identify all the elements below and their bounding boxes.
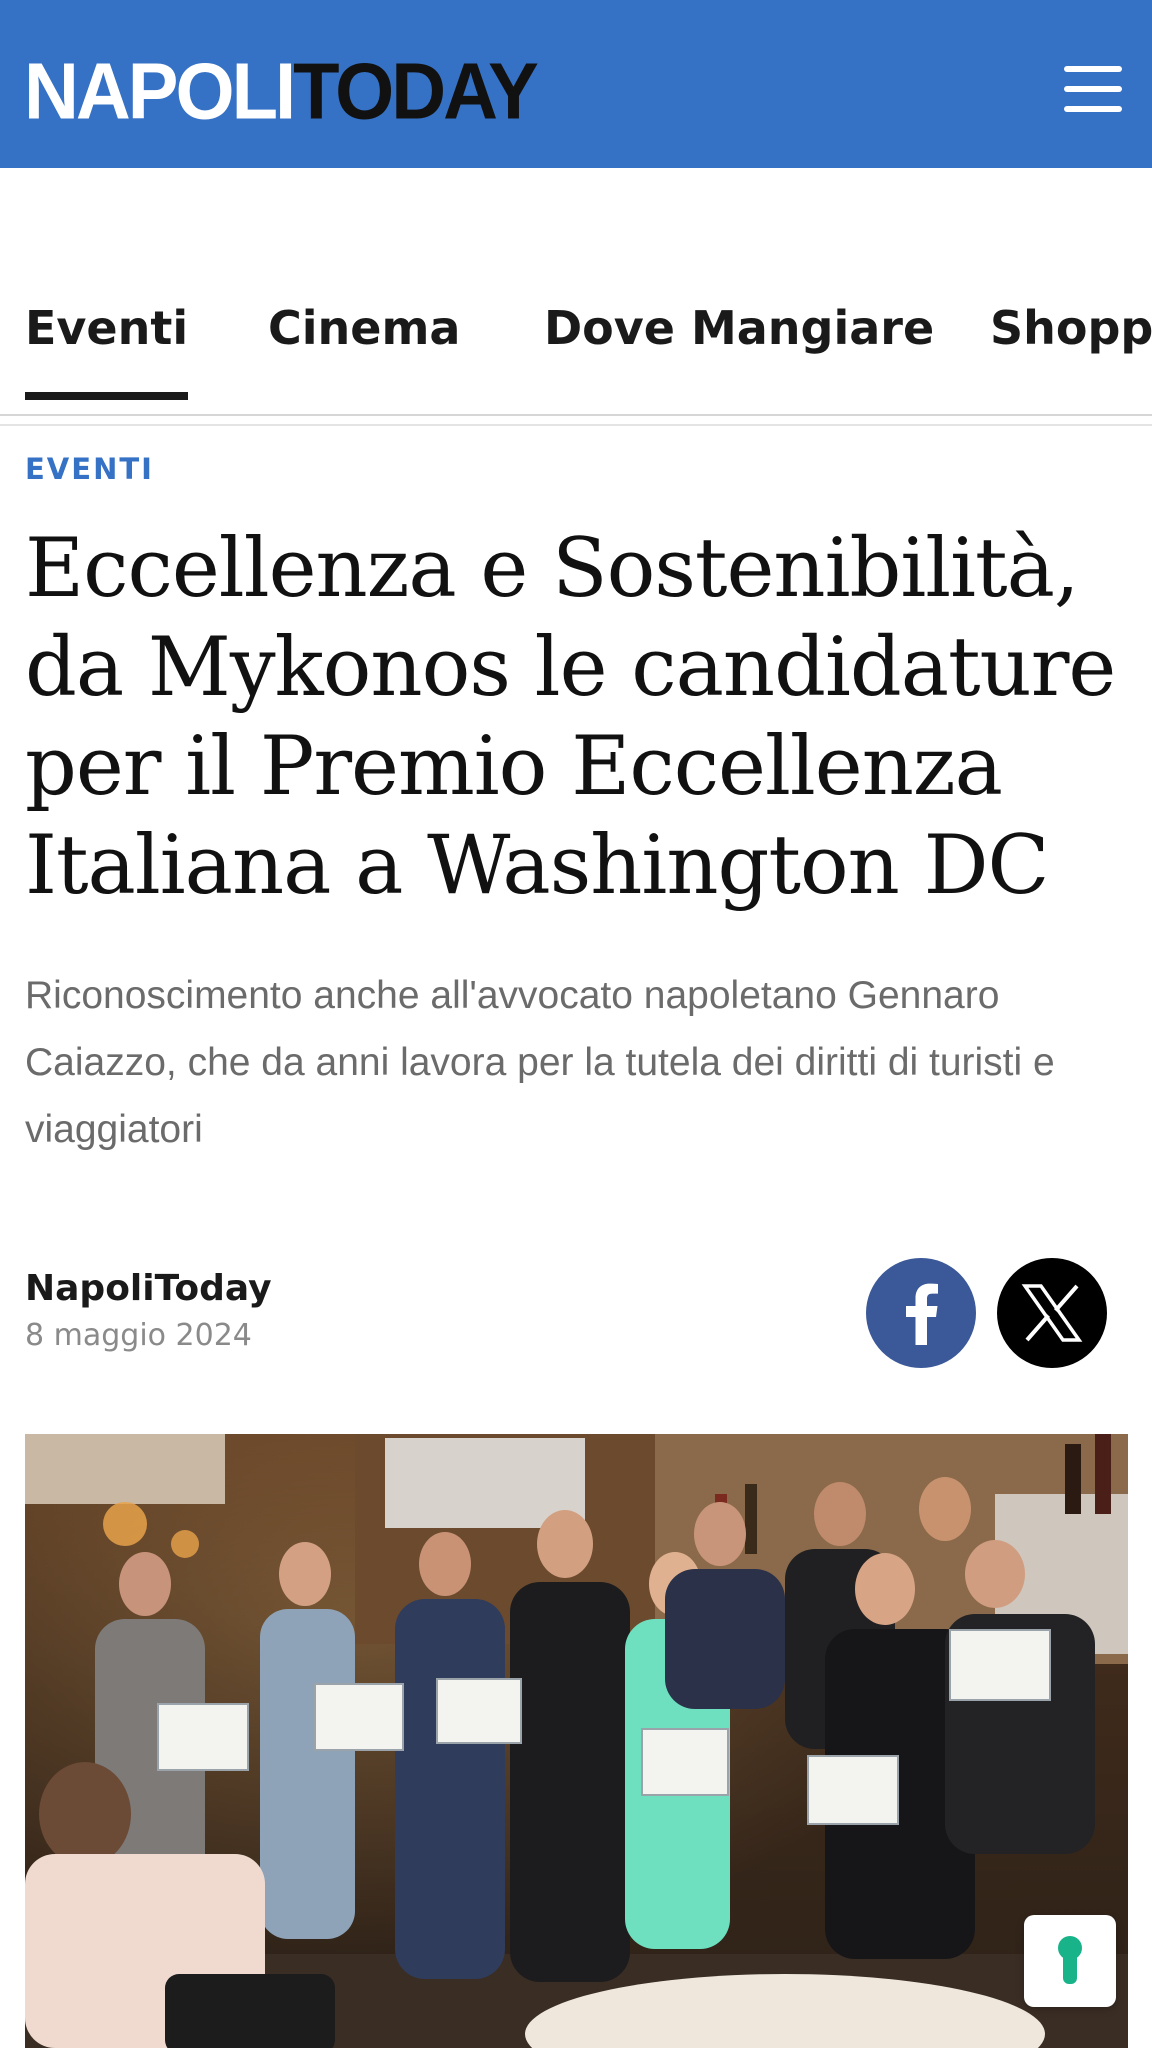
article-subtitle: Riconoscimento anche all'avvocato napole… bbox=[25, 974, 1055, 1151]
article-title: Eccellenza e Sostenibilità, da Mykonos l… bbox=[25, 522, 1116, 913]
menu-line bbox=[1064, 66, 1122, 72]
menu-line bbox=[1064, 86, 1122, 92]
tabs-divider bbox=[0, 414, 1152, 416]
logo-part-napoli: NAPOLI bbox=[24, 46, 296, 137]
x-icon bbox=[1021, 1284, 1083, 1342]
article-date: 8 maggio 2024 bbox=[25, 1318, 252, 1353]
logo-part-today: TODAY bbox=[293, 46, 539, 137]
feedback-icon bbox=[1058, 1936, 1082, 1984]
tab-dove-mangiare[interactable]: Dove Mangiare bbox=[544, 290, 934, 400]
tabs-divider bbox=[0, 424, 1152, 426]
menu-line bbox=[1064, 106, 1122, 112]
facebook-icon bbox=[906, 1283, 938, 1345]
tab-eventi[interactable]: Eventi bbox=[25, 290, 189, 400]
feedback-button[interactable] bbox=[1024, 1915, 1116, 2007]
section-tabs: Eventi Cinema Dove Mangiare Shopping bbox=[0, 290, 1152, 420]
article-author[interactable]: NapoliToday bbox=[25, 1268, 272, 1309]
event-photo-illustration bbox=[25, 1434, 1128, 2048]
article-category[interactable]: EVENTI bbox=[25, 452, 154, 486]
facebook-share-button[interactable] bbox=[866, 1258, 976, 1368]
hamburger-menu-icon[interactable] bbox=[1064, 66, 1122, 112]
tab-shopping[interactable]: Shopping bbox=[990, 290, 1152, 400]
top-bar: NAPOLITODAY bbox=[0, 0, 1152, 168]
tab-cinema[interactable]: Cinema bbox=[268, 290, 460, 400]
x-share-button[interactable] bbox=[997, 1258, 1107, 1368]
article-photo[interactable] bbox=[25, 1434, 1128, 2048]
napolitoday-logo[interactable]: NAPOLITODAY bbox=[24, 46, 539, 137]
